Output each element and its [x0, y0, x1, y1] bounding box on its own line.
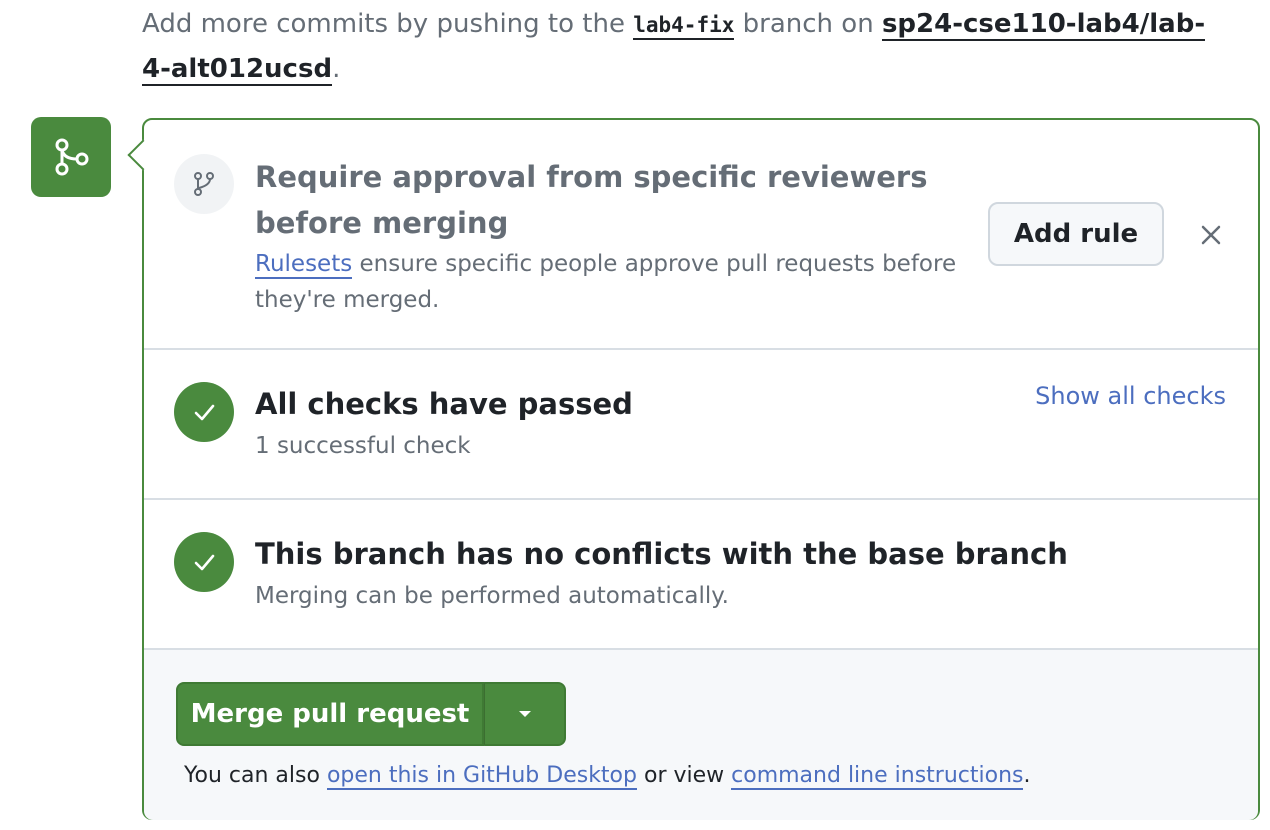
- also-middle: or view: [636, 763, 732, 788]
- merge-alternatives-text: You can also open this in GitHub Desktop…: [184, 758, 1030, 794]
- git-merge-icon: [31, 117, 111, 197]
- command-line-link[interactable]: command line instructions: [731, 763, 1024, 790]
- merge-panel-page: Add more commits by pushing to the lab4-…: [0, 0, 1270, 830]
- rule-description: Rulesets ensure specific people approve …: [255, 246, 965, 318]
- conflicts-title: This branch has no conflicts with the ba…: [255, 537, 1068, 571]
- rule-suggestion-section: Require approval from specific reviewers…: [144, 120, 1258, 350]
- add-rule-button[interactable]: Add rule: [988, 202, 1164, 266]
- caret-down-icon: [518, 711, 531, 717]
- rule-title: Require approval from specific reviewers…: [255, 160, 928, 240]
- rule-description-text: ensure specific people approve pull requ…: [255, 251, 957, 313]
- hint-suffix: .: [332, 54, 341, 84]
- check-icon: [174, 532, 234, 592]
- show-all-checks-link[interactable]: Show all checks: [1035, 382, 1226, 410]
- also-suffix: .: [1023, 763, 1031, 788]
- merge-status-box: Require approval from specific reviewers…: [127, 118, 1260, 820]
- also-prefix: You can also: [184, 763, 327, 788]
- checks-subtitle: 1 successful check: [255, 433, 471, 459]
- branch-icon: [174, 154, 234, 214]
- checks-section: All checks have passed 1 successful chec…: [144, 350, 1258, 500]
- check-icon: [174, 382, 234, 442]
- close-icon[interactable]: [1196, 220, 1226, 250]
- merge-button-group: Merge pull request: [176, 682, 566, 746]
- merge-section: Merge pull request You can also open thi…: [144, 650, 1258, 820]
- hint-prefix: Add more commits by pushing to the: [142, 9, 634, 39]
- branch-name[interactable]: lab4-fix: [633, 13, 735, 40]
- rulesets-link[interactable]: Rulesets: [255, 251, 353, 279]
- conflicts-section: This branch has no conflicts with the ba…: [144, 500, 1258, 650]
- conflicts-subtitle: Merging can be performed automatically.: [255, 583, 729, 609]
- checks-title: All checks have passed: [255, 387, 633, 421]
- merge-options-dropdown[interactable]: [484, 682, 566, 746]
- hint-middle: branch on: [734, 9, 882, 39]
- github-desktop-link[interactable]: open this in GitHub Desktop: [326, 763, 637, 790]
- push-hint: Add more commits by pushing to the lab4-…: [142, 2, 1222, 91]
- merge-pull-request-button[interactable]: Merge pull request: [176, 682, 484, 746]
